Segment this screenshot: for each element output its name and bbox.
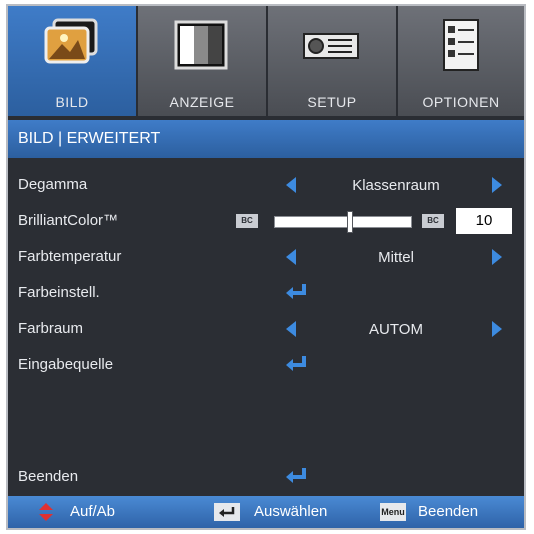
tab-label: OPTIONEN xyxy=(422,94,500,110)
menu-row-farbtemperatur[interactable]: Farbtemperatur Mittel xyxy=(8,240,524,276)
row-value: Mittel xyxy=(378,249,414,266)
slider-value: 10 xyxy=(456,208,512,234)
row-label: Farbraum xyxy=(18,320,84,337)
tab-label: BILD xyxy=(55,94,89,110)
row-value: AUTOM xyxy=(369,321,423,338)
menu-key-icon: Menu xyxy=(380,503,406,521)
select-hint: Auswählen xyxy=(254,503,328,520)
checklist-icon xyxy=(443,19,479,71)
enter-key-icon xyxy=(214,503,240,521)
tab-label: ANZEIGE xyxy=(169,94,235,110)
tab-label: SETUP xyxy=(307,94,357,110)
row-label: Eingabequelle xyxy=(18,356,114,373)
bc-high-icon: BC xyxy=(422,214,444,228)
brilliantcolor-slider[interactable] xyxy=(274,211,412,233)
exit-hint: Beenden xyxy=(418,503,479,520)
arrow-left-icon[interactable] xyxy=(286,177,296,193)
tab-optionen[interactable]: OPTIONEN xyxy=(398,6,524,116)
row-label: BrilliantColor™ xyxy=(18,212,119,229)
osd-menu-window: BILD ANZEIGE SETUP OPTIONEN BILD | ERWEI… xyxy=(6,4,526,530)
updown-icon xyxy=(39,503,53,521)
tab-bar: BILD ANZEIGE SETUP OPTIONEN xyxy=(8,6,524,116)
arrow-right-icon[interactable] xyxy=(492,321,502,337)
slider-thumb[interactable] xyxy=(346,211,353,233)
footer-hint-bar: Auf/Ab Auswählen Menu Beenden xyxy=(8,496,524,528)
projector-icon xyxy=(303,33,359,59)
enter-icon[interactable] xyxy=(284,282,308,302)
row-value: Klassenraum xyxy=(352,177,440,194)
menu-row-beenden[interactable]: Beenden xyxy=(8,460,524,496)
settings-panel: Degamma Klassenraum BrilliantColor™ BC B… xyxy=(8,158,524,496)
enter-icon[interactable] xyxy=(284,466,308,486)
menu-row-farbraum[interactable]: Farbraum AUTOM xyxy=(8,312,524,348)
menu-row-brilliantcolor[interactable]: BrilliantColor™ BC BC 10 xyxy=(8,204,524,240)
bc-low-icon: BC xyxy=(236,214,258,228)
row-label: Farbtemperatur xyxy=(18,248,122,265)
arrow-right-icon[interactable] xyxy=(492,177,502,193)
enter-icon[interactable] xyxy=(284,354,308,374)
row-label: Farbeinstell. xyxy=(18,284,100,301)
picture-icon xyxy=(44,18,98,64)
tab-anzeige[interactable]: ANZEIGE xyxy=(138,6,268,116)
row-label: Degamma xyxy=(18,176,88,193)
row-label: Beenden xyxy=(18,468,79,485)
arrow-left-icon[interactable] xyxy=(286,321,296,337)
menu-row-degamma[interactable]: Degamma Klassenraum xyxy=(8,168,524,204)
menu-row-eingabequelle[interactable]: Eingabequelle xyxy=(8,348,524,384)
menu-row-farbeinstell[interactable]: Farbeinstell. xyxy=(8,276,524,312)
updown-hint: Auf/Ab xyxy=(70,503,116,520)
display-icon xyxy=(174,20,228,70)
tab-bild[interactable]: BILD xyxy=(8,6,138,116)
tab-setup[interactable]: SETUP xyxy=(268,6,398,116)
arrow-left-icon[interactable] xyxy=(286,249,296,265)
arrow-right-icon[interactable] xyxy=(492,249,502,265)
breadcrumb: BILD | ERWEITERT xyxy=(8,120,524,158)
